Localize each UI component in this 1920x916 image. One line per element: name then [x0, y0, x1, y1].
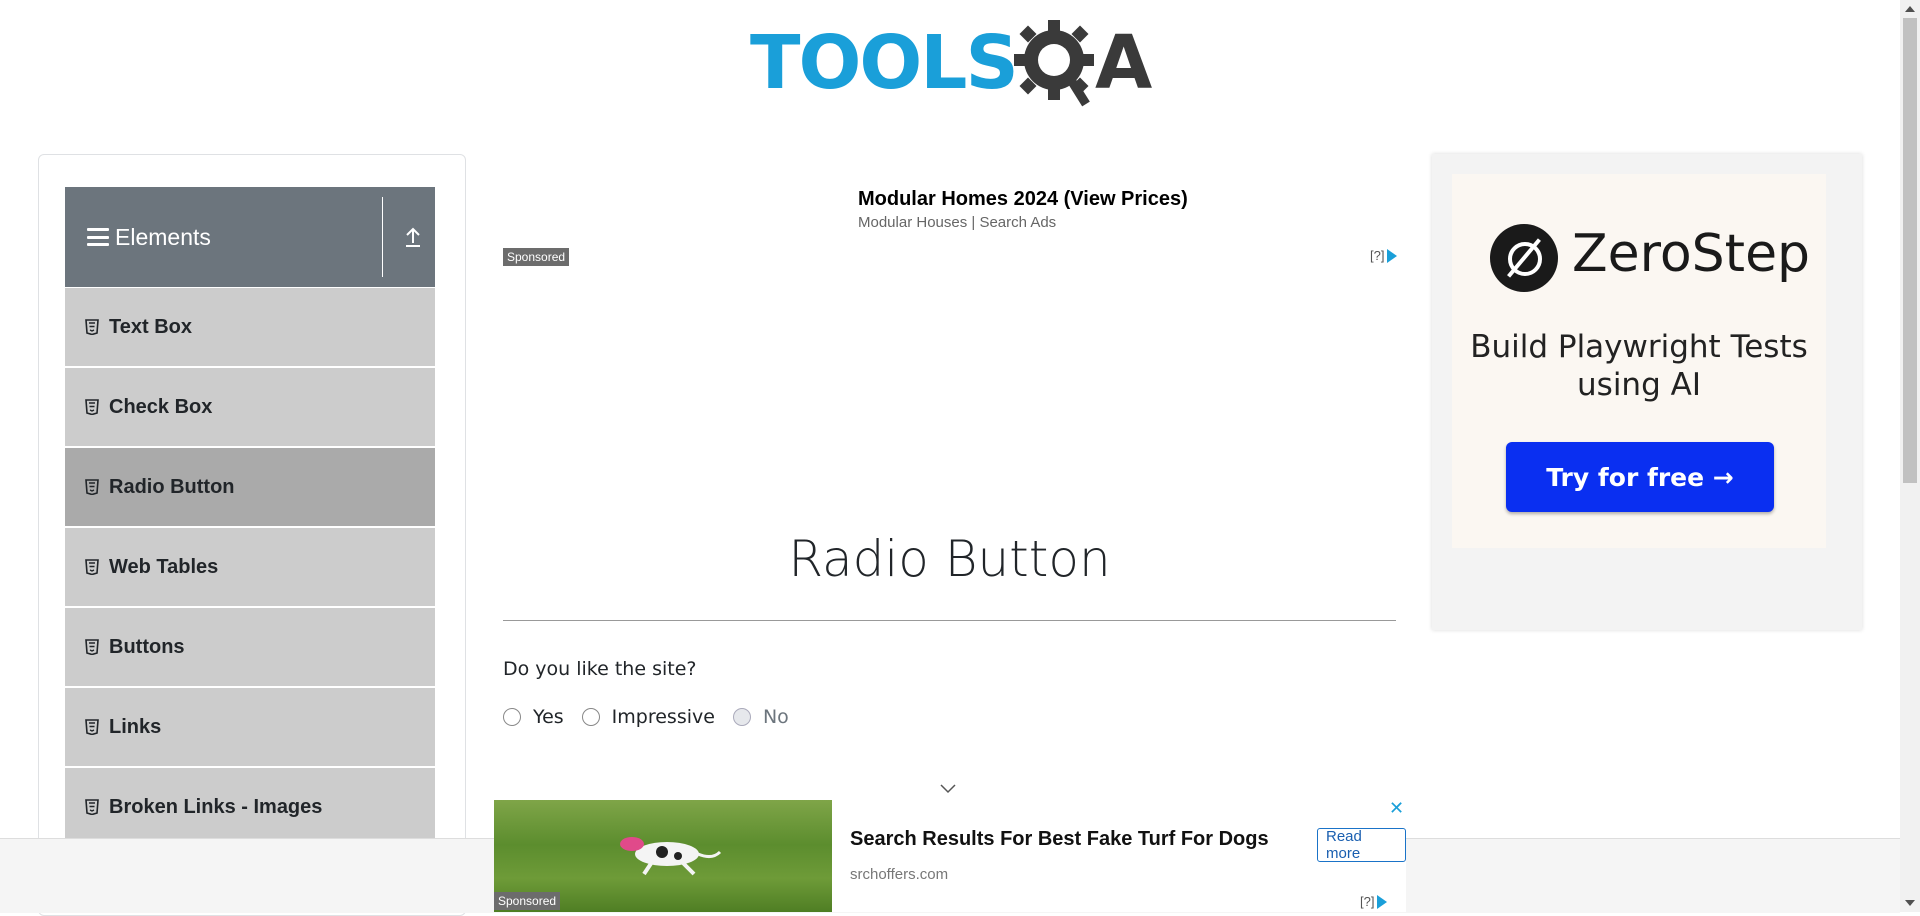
- scroll-up-arrow-icon[interactable]: [1905, 6, 1915, 12]
- elements-group-header[interactable]: Elements: [65, 187, 435, 287]
- ad-image[interactable]: Sponsored: [494, 800, 832, 912]
- dog-image-icon: [620, 837, 722, 876]
- zerostep-logo-icon: [1490, 224, 1558, 292]
- ad-title[interactable]: Modular Homes 2024 (View Prices): [858, 188, 1188, 211]
- collapse-up-icon[interactable]: [403, 225, 423, 249]
- scroll-down-arrow-icon[interactable]: [1905, 900, 1915, 906]
- adchoices-button[interactable]: [?]: [1360, 894, 1388, 909]
- radio-impressive[interactable]: Impressive: [581, 706, 715, 728]
- read-more-button[interactable]: Read more: [1317, 828, 1406, 862]
- html5-icon: [85, 719, 99, 735]
- sidebar-item-label: Broken Links - Images: [109, 795, 323, 818]
- adchoices-button[interactable]: [?]: [1370, 248, 1398, 263]
- sponsored-badge: Sponsored: [503, 248, 570, 266]
- ad-subtitle[interactable]: Modular Houses | Search Ads: [858, 214, 1056, 231]
- adchoices-label: [?]: [1370, 248, 1385, 263]
- sidebar-item-buttons[interactable]: Buttons: [65, 608, 435, 688]
- chevron-down-icon[interactable]: [939, 783, 957, 795]
- page-scrollbar[interactable]: [1900, 0, 1920, 912]
- close-icon[interactable]: ✕: [1389, 798, 1404, 819]
- radio-circle-yes[interactable]: [503, 708, 521, 726]
- sidebar-item-label: Links: [109, 715, 162, 738]
- sidebar-item-check-box[interactable]: Check Box: [65, 368, 435, 448]
- page-title: Radio Button: [788, 530, 1111, 588]
- radio-circle-impressive[interactable]: [581, 708, 600, 726]
- zerostep-brand: ZeroStep: [1572, 224, 1811, 284]
- sidebar-item-links[interactable]: Links: [65, 688, 435, 768]
- element-menu-list: Text Box Check Box Radio Button Web Tabl…: [65, 288, 435, 848]
- sponsored-badge: Sponsored: [494, 892, 561, 910]
- html5-icon: [85, 479, 99, 495]
- logo-text: TOOLS: [750, 20, 1019, 106]
- group-title: Elements: [115, 223, 211, 250]
- radio-no: No: [732, 706, 789, 728]
- adchoices-icon: [1377, 894, 1388, 909]
- sidebar-item-label: Text Box: [109, 315, 192, 338]
- sidebar-item-radio-button[interactable]: Radio Button: [65, 448, 435, 528]
- radio-label-yes[interactable]: Yes: [533, 706, 564, 728]
- html5-icon: [85, 399, 99, 415]
- hamburger-icon: [87, 228, 109, 246]
- logo-text-a: A: [1095, 20, 1153, 106]
- radio-label-no: No: [762, 706, 789, 728]
- adchoices-icon: [1387, 248, 1398, 263]
- zerostep-tagline: Build Playwright Tests using AI: [1470, 329, 1808, 403]
- radio-label-impressive[interactable]: Impressive: [612, 706, 715, 728]
- sidebar-item-label: Buttons: [109, 635, 185, 658]
- html5-icon: [85, 799, 99, 815]
- html5-icon: [85, 639, 99, 655]
- header-divider: [382, 197, 383, 277]
- left-panel: Elements Text Box Check Box Radio Button…: [38, 154, 466, 916]
- radio-yes[interactable]: Yes: [503, 706, 564, 728]
- try-for-free-button[interactable]: Try for free →: [1506, 442, 1774, 512]
- adchoices-label: [?]: [1360, 894, 1375, 909]
- question-text: Do you like the site?: [503, 658, 697, 680]
- sidebar-item-label: Radio Button: [109, 475, 235, 498]
- radio-group: Yes Impressive No: [503, 706, 807, 728]
- radio-circle-no: [732, 708, 751, 726]
- ad-title[interactable]: Search Results For Best Fake Turf For Do…: [850, 828, 1269, 851]
- top-ad[interactable]: Modular Homes 2024 (View Prices) Modular…: [502, 180, 1412, 480]
- zerostep-ad-card: ZeroStep Build Playwright Tests using AI…: [1452, 174, 1826, 548]
- sidebar-item-web-tables[interactable]: Web Tables: [65, 528, 435, 608]
- sidebar-item-label: Check Box: [109, 395, 213, 418]
- html5-icon: [85, 319, 99, 335]
- sidebar-item-broken-links-images[interactable]: Broken Links - Images: [65, 768, 435, 848]
- scrollbar-thumb[interactable]: [1903, 18, 1917, 483]
- sidebar-item-text-box[interactable]: Text Box: [65, 288, 435, 368]
- zerostep-ad[interactable]: ZeroStep Build Playwright Tests using AI…: [1432, 154, 1862, 630]
- ad-domain[interactable]: srchoffers.com: [850, 866, 948, 883]
- html5-icon: [85, 559, 99, 575]
- title-divider: [503, 620, 1396, 621]
- bottom-ad[interactable]: Sponsored Search Results For Best Fake T…: [494, 796, 1406, 912]
- toolsqa-logo[interactable]: TOOLS A: [750, 18, 1155, 113]
- sidebar-item-label: Web Tables: [109, 555, 219, 578]
